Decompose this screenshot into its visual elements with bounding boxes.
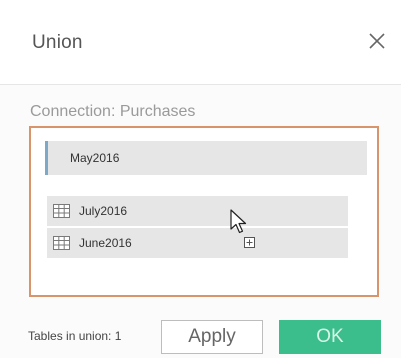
table-grid-icon [53, 204, 70, 218]
apply-button[interactable]: Apply [161, 320, 263, 354]
dragged-table-name: June2016 [79, 236, 132, 250]
connection-label: Connection: Purchases [30, 103, 196, 120]
union-table-item[interactable]: May2016 [45, 141, 367, 175]
dragged-table-name: July2016 [79, 204, 128, 218]
dialog-title: Union [32, 32, 83, 53]
close-icon[interactable] [366, 30, 388, 52]
apply-button-label: Apply [188, 326, 236, 347]
union-drop-zone[interactable]: May2016 July2016 June2016 [29, 126, 379, 297]
ok-button[interactable]: OK [279, 320, 381, 354]
union-table-name: May2016 [70, 151, 120, 165]
union-dialog: Union Connection: Purchases May2016 July… [0, 0, 401, 358]
tables-in-union-count: Tables in union: 1 [28, 329, 122, 343]
table-grid-icon [53, 236, 70, 250]
dragged-table-item[interactable]: June2016 [47, 228, 348, 258]
dialog-header: Union [0, 0, 401, 85]
dragged-table-item[interactable]: July2016 [47, 196, 348, 226]
ok-button-label: OK [316, 326, 344, 347]
